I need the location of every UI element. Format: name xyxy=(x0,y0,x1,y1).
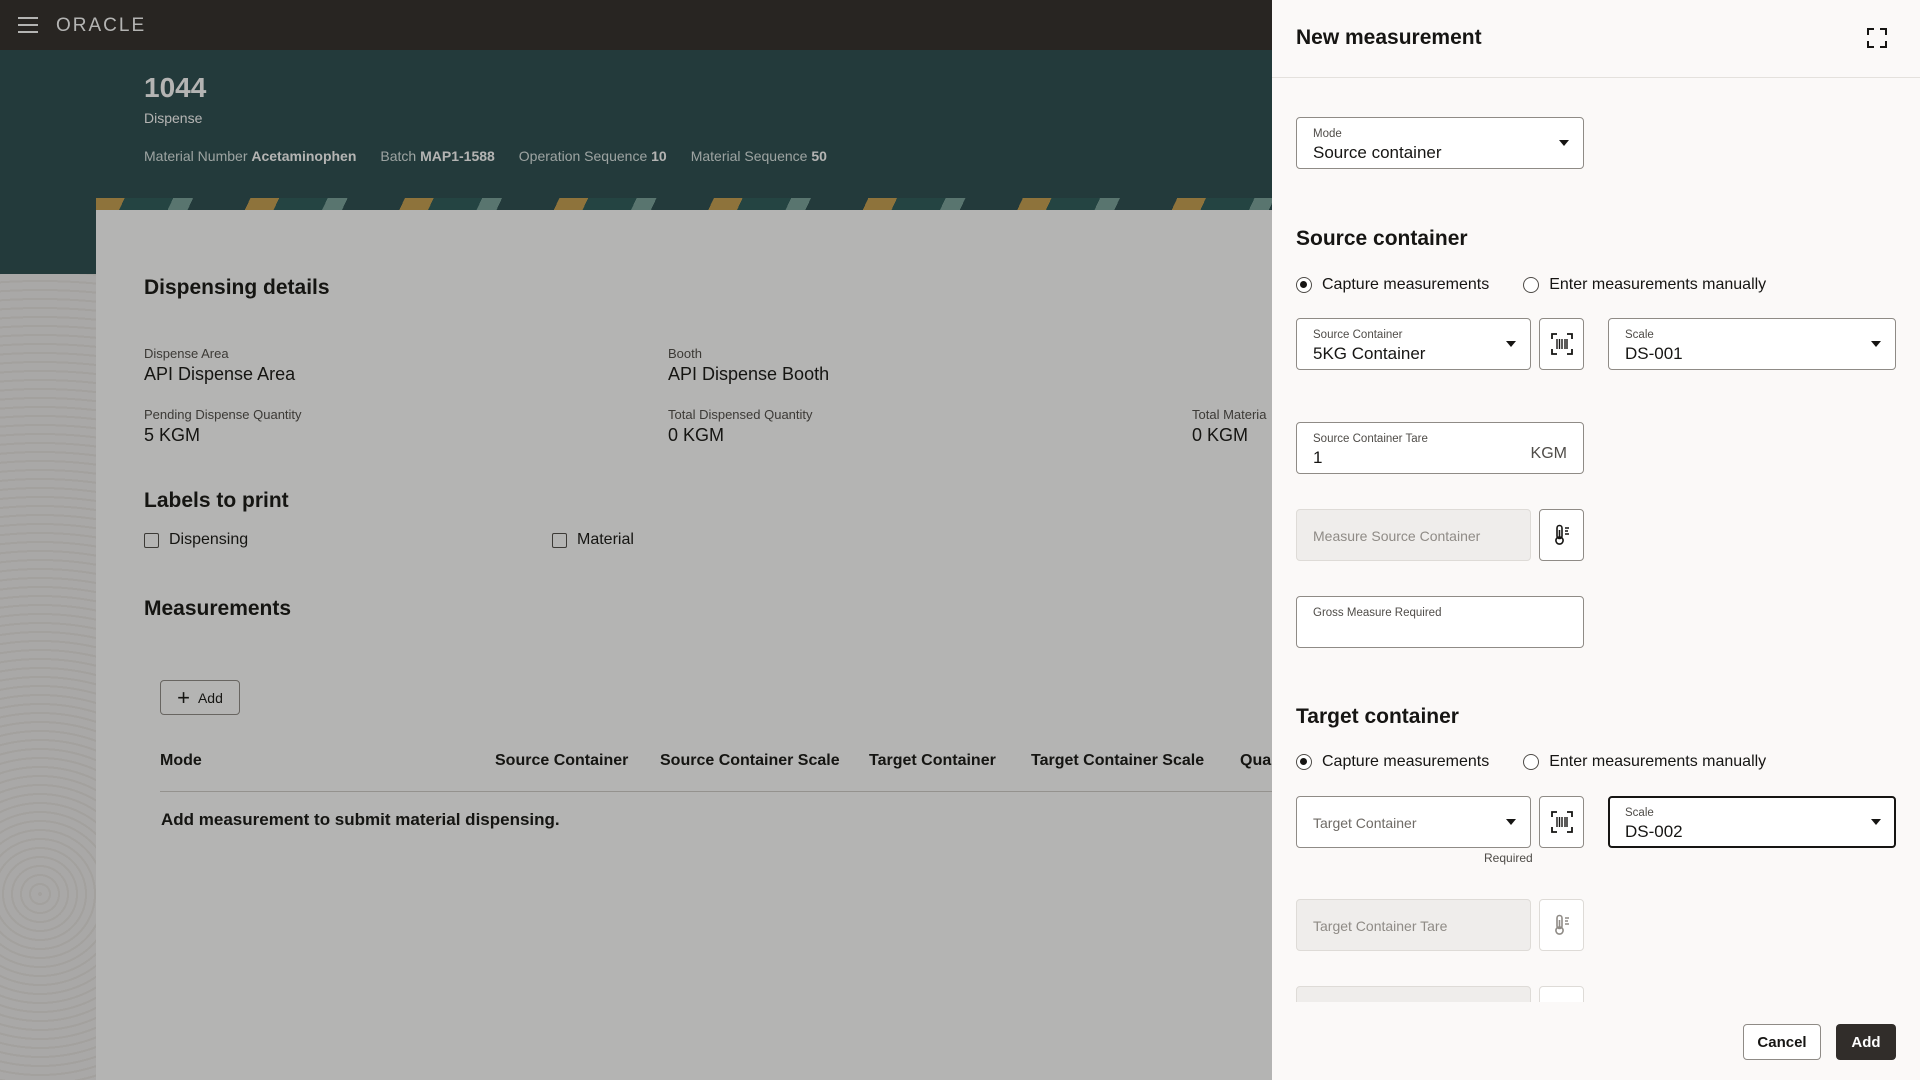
barcode-scan-icon xyxy=(1550,811,1573,833)
source-capture-radio[interactable]: Capture measurements xyxy=(1296,276,1489,294)
measure-target-tare-button xyxy=(1539,899,1584,951)
source-container-value: 5KG Container xyxy=(1313,344,1426,363)
source-container-tare-input[interactable]: Source Container Tare 1 KGM xyxy=(1296,422,1584,474)
thermometer-icon xyxy=(1554,524,1569,545)
radio-selected-icon xyxy=(1296,277,1312,293)
source-tare-value: 1 xyxy=(1313,448,1323,467)
chevron-down-icon xyxy=(1506,819,1516,825)
add-button[interactable]: Add xyxy=(1836,1024,1896,1060)
source-scale-label: Scale xyxy=(1625,329,1654,341)
target-capture-label: Capture measurements xyxy=(1322,753,1490,770)
source-scale-select[interactable]: Scale DS-001 xyxy=(1608,318,1896,370)
new-measurement-drawer: New measurement Mode Source container So… xyxy=(1272,0,1920,1080)
target-scale-label: Scale xyxy=(1625,807,1654,819)
source-container-label: Source Container xyxy=(1313,329,1403,341)
radio-unselected-icon xyxy=(1523,754,1540,770)
target-manual-label: Enter measurements manually xyxy=(1549,753,1767,770)
source-container-select[interactable]: Source Container 5KG Container xyxy=(1296,318,1531,370)
target-container-required-hint: Required xyxy=(1484,851,1533,865)
source-container-title: Source container xyxy=(1296,227,1468,250)
barcode-scan-icon xyxy=(1550,333,1573,355)
drawer-footer: Cancel Add xyxy=(1272,1002,1920,1080)
gross-measure-field[interactable]: Gross Measure Required xyxy=(1296,596,1584,648)
chevron-down-icon xyxy=(1871,341,1881,347)
gross-measure-label: Gross Measure Required xyxy=(1313,607,1442,619)
cancel-button[interactable]: Cancel xyxy=(1743,1024,1821,1060)
scan-barcode-button[interactable] xyxy=(1539,796,1584,848)
source-capture-label: Capture measurements xyxy=(1322,276,1490,293)
target-tare-placeholder: Target Container Tare xyxy=(1313,918,1448,934)
target-container-title: Target container xyxy=(1296,705,1459,728)
source-tare-label: Source Container Tare xyxy=(1313,433,1428,445)
measure-source-button[interactable] xyxy=(1539,509,1584,561)
chevron-down-icon xyxy=(1871,819,1881,825)
drawer-title: New measurement xyxy=(1296,26,1482,49)
radio-unselected-icon xyxy=(1523,277,1540,293)
expand-icon[interactable] xyxy=(1867,28,1887,48)
measure-source-container-field: Measure Source Container xyxy=(1296,509,1531,561)
mode-value: Source container xyxy=(1313,143,1442,162)
mode-label: Mode xyxy=(1313,128,1342,140)
source-scale-value: DS-001 xyxy=(1625,344,1683,363)
target-manual-radio[interactable]: Enter measurements manually xyxy=(1523,753,1766,771)
thermometer-icon xyxy=(1554,914,1569,935)
measure-source-placeholder: Measure Source Container xyxy=(1313,528,1481,544)
mode-select[interactable]: Mode Source container xyxy=(1296,117,1584,169)
target-container-select[interactable]: Target Container xyxy=(1296,796,1531,848)
source-manual-label: Enter measurements manually xyxy=(1549,276,1767,293)
chevron-down-icon xyxy=(1506,341,1516,347)
chevron-down-icon xyxy=(1559,140,1569,146)
source-mode-radio-group: Capture measurements Enter measurements … xyxy=(1296,276,1798,294)
target-capture-radio[interactable]: Capture measurements xyxy=(1296,753,1489,771)
target-scale-select[interactable]: Scale DS-002 xyxy=(1608,796,1896,848)
target-container-tare-field: Target Container Tare xyxy=(1296,899,1531,951)
modal-scrim[interactable] xyxy=(0,0,1272,1080)
drawer-header: New measurement xyxy=(1272,0,1920,78)
radio-selected-icon xyxy=(1296,754,1312,770)
source-manual-radio[interactable]: Enter measurements manually xyxy=(1523,276,1766,294)
source-tare-unit: KGM xyxy=(1530,445,1567,462)
target-container-placeholder: Target Container xyxy=(1313,815,1417,831)
target-mode-radio-group: Capture measurements Enter measurements … xyxy=(1296,753,1798,771)
scan-barcode-button[interactable] xyxy=(1539,318,1584,370)
target-scale-value: DS-002 xyxy=(1625,822,1683,841)
